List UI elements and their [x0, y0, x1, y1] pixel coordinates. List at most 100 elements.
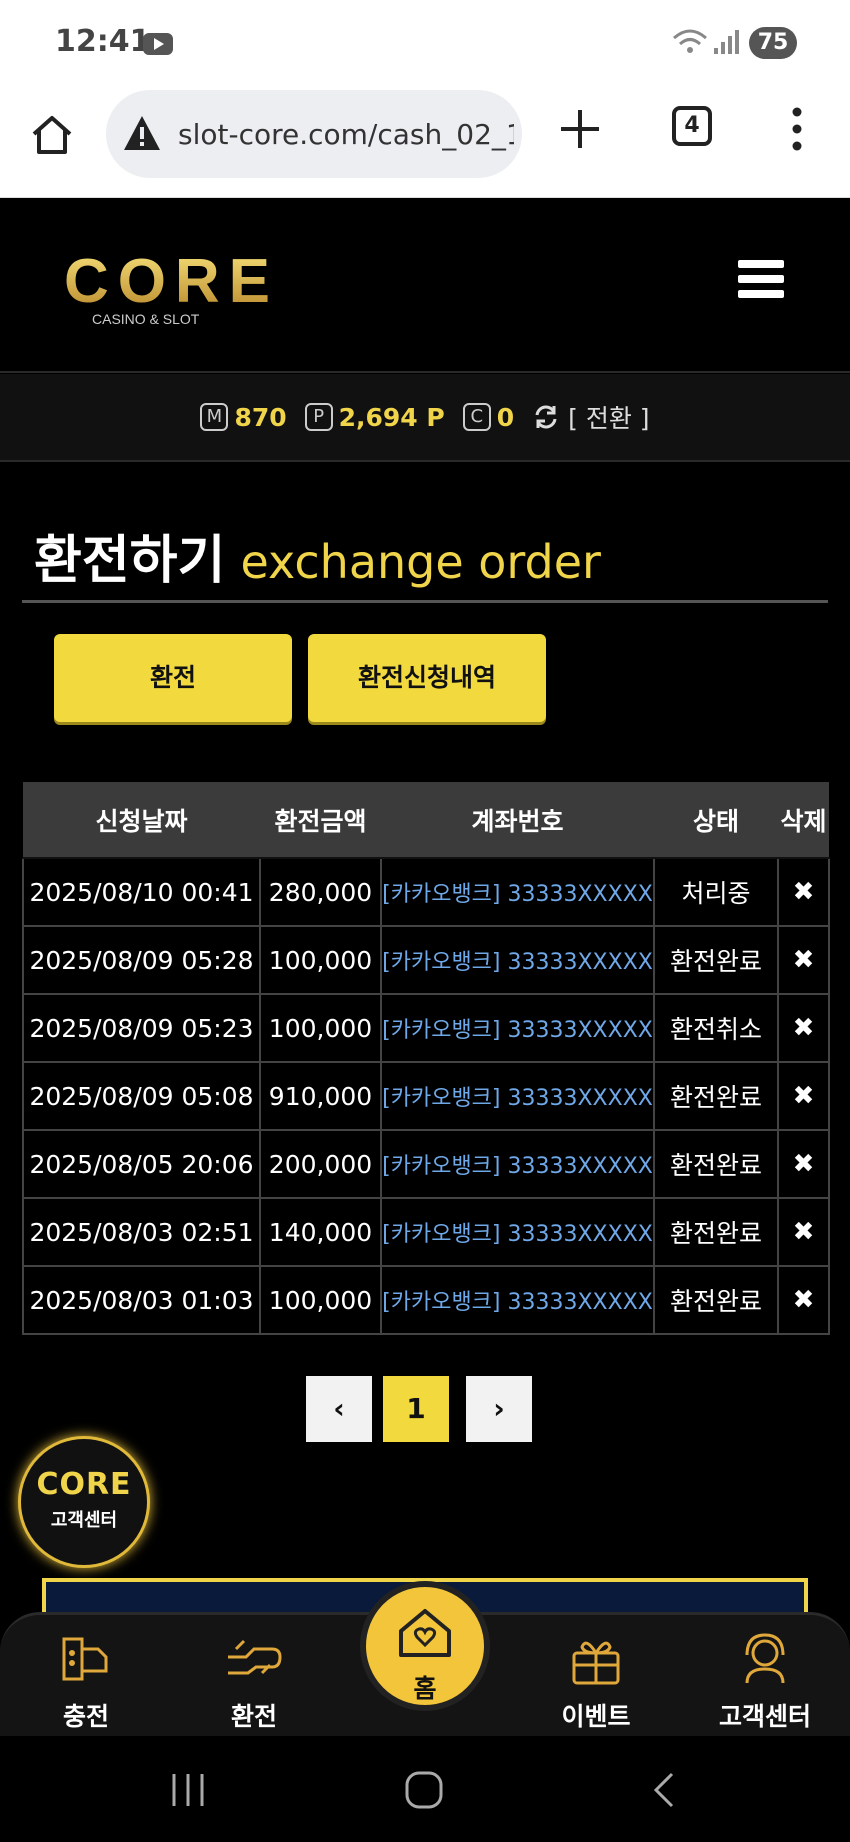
svg-text:CASINO & SLOT: CASINO & SLOT [92, 311, 200, 327]
home-icon[interactable] [30, 112, 74, 156]
title-divider [22, 600, 828, 603]
casino-balance: C 0 [462, 402, 515, 432]
delete-icon[interactable]: ✖ [777, 857, 830, 927]
convert-button[interactable]: [ 전환 ] [532, 399, 650, 435]
convert-label[interactable]: [ 전환 ] [568, 399, 649, 435]
exchange-button[interactable]: 환전 [54, 634, 292, 722]
table-row: 2025/08/09 05:08 910,000 [카카오뱅크] 33333XX… [22, 1061, 830, 1131]
page-title-korean: 환전하기 [34, 531, 226, 591]
row-amount: 100,000 [259, 993, 382, 1063]
table-row: 2025/08/10 00:41 280,000 [카카오뱅크] 33333XX… [22, 857, 830, 927]
customer-center-float-button[interactable]: CORE 고객센터 [18, 1436, 150, 1568]
home-heart-icon [399, 1609, 451, 1657]
row-account: [카카오뱅크] 33333XXXXX [380, 1265, 655, 1335]
nav-exchange-label: 환전 [230, 1702, 277, 1731]
row-date: 2025/08/03 02:51 [22, 1197, 261, 1267]
new-tab-icon[interactable] [557, 106, 603, 152]
row-amount: 200,000 [259, 1129, 382, 1199]
table-row: 2025/08/05 20:06 200,000 [카카오뱅크] 33333XX… [22, 1129, 830, 1199]
address-bar[interactable]: slot-core.com/cash_02_1. [106, 90, 522, 178]
signal-icon [714, 30, 739, 54]
row-date: 2025/08/09 05:08 [22, 1061, 261, 1131]
delete-icon[interactable]: ✖ [777, 1197, 830, 1267]
core-logo[interactable]: CORE CASINO & SLOT [64, 248, 274, 328]
row-amount: 280,000 [259, 857, 382, 927]
point-balance: P 2,694 P [304, 402, 445, 432]
money-icon: M [200, 403, 229, 431]
page-title: 환전하기 exchange order [34, 518, 601, 593]
row-account: [카카오뱅크] 33333XXXXX [380, 1061, 655, 1131]
header-delete: 삭제 [778, 782, 829, 859]
table-row: 2025/08/03 02:51 140,000 [카카오뱅크] 33333XX… [22, 1197, 830, 1267]
row-status: 환전취소 [653, 993, 779, 1063]
point-value: 2,694 P [338, 402, 445, 432]
row-amount: 100,000 [259, 925, 382, 995]
system-home-icon[interactable] [404, 1770, 444, 1810]
url-text[interactable]: slot-core.com/cash_02_1. [178, 118, 514, 151]
header-status: 상태 [654, 782, 778, 859]
header-date: 신청날짜 [23, 782, 260, 859]
row-date: 2025/08/09 05:28 [22, 925, 261, 995]
hamburger-menu-icon[interactable] [738, 260, 784, 300]
status-bar: 12:41 75 [0, 0, 850, 86]
wifi-icon [673, 29, 707, 53]
nav-exchange[interactable]: 환전 [184, 1627, 324, 1733]
exchange-history-button[interactable]: 환전신청내역 [308, 634, 546, 722]
gift-icon [572, 1641, 620, 1685]
charge-icon [62, 1637, 108, 1681]
row-account: [카카오뱅크] 33333XXXXX [380, 857, 655, 927]
browser-toolbar: slot-core.com/cash_02_1. 4 [0, 86, 850, 198]
table-row: 2025/08/09 05:28 100,000 [카카오뱅크] 33333XX… [22, 925, 830, 995]
row-status: 환전완료 [653, 925, 779, 995]
casino-icon: C [462, 403, 491, 431]
nav-home[interactable]: 홈 [360, 1581, 490, 1711]
row-account: [카카오뱅크] 33333XXXXX [380, 993, 655, 1063]
bottom-navigation: 충전 환전 홈 이벤트 고객센터 [0, 1581, 850, 1736]
row-status: 환전완료 [653, 1061, 779, 1131]
row-status: 환전완료 [653, 1129, 779, 1199]
warning-icon[interactable] [122, 114, 162, 152]
point-icon: P [304, 403, 333, 431]
header-account: 계좌번호 [381, 782, 654, 859]
pagination-next-button[interactable]: › [466, 1376, 532, 1442]
row-status: 환전완료 [653, 1197, 779, 1267]
delete-icon[interactable]: ✖ [777, 993, 830, 1063]
customer-center-label: 고객센터 [50, 1510, 118, 1531]
row-date: 2025/08/10 00:41 [22, 857, 261, 927]
delete-icon[interactable]: ✖ [777, 925, 830, 995]
delete-icon[interactable]: ✖ [777, 1265, 830, 1335]
youtube-notification-icon [143, 33, 173, 55]
row-status: 환전완료 [653, 1265, 779, 1335]
row-date: 2025/08/05 20:06 [22, 1129, 261, 1199]
exchange-icon [228, 1639, 282, 1675]
delete-icon[interactable]: ✖ [777, 1129, 830, 1199]
refresh-icon[interactable] [532, 403, 560, 431]
table-header-row: 신청날짜 환전금액 계좌번호 상태 삭제 [23, 782, 829, 859]
row-amount: 140,000 [259, 1197, 382, 1267]
more-options-icon[interactable] [782, 104, 812, 154]
pagination-prev-button[interactable]: ‹ [306, 1376, 372, 1442]
nav-charge[interactable]: 충전 [16, 1627, 156, 1733]
customer-center-logo: CORE [36, 1467, 132, 1502]
status-time: 12:41 [55, 24, 151, 59]
headset-icon [745, 1633, 785, 1684]
exchange-history-table: 신청날짜 환전금액 계좌번호 상태 삭제 2025/08/10 00:41 28… [22, 782, 830, 1335]
nav-support[interactable]: 고객센터 [695, 1627, 835, 1733]
row-account: [카카오뱅크] 33333XXXXX [380, 1197, 655, 1267]
tab-switcher-button[interactable]: 4 [672, 106, 712, 146]
back-icon[interactable] [646, 1770, 686, 1810]
money-balance: M 870 [200, 402, 287, 432]
recent-apps-icon[interactable] [168, 1770, 208, 1810]
nav-event-label: 이벤트 [561, 1702, 631, 1731]
row-date: 2025/08/03 01:03 [22, 1265, 261, 1335]
delete-icon[interactable]: ✖ [777, 1061, 830, 1131]
battery-indicator: 75 [749, 27, 797, 59]
nav-support-label: 고객센터 [718, 1702, 811, 1731]
nav-event[interactable]: 이벤트 [526, 1627, 666, 1733]
money-value: 870 [234, 402, 287, 432]
row-date: 2025/08/09 05:23 [22, 993, 261, 1063]
pagination-page-current[interactable]: 1 [383, 1376, 449, 1442]
nav-charge-label: 충전 [62, 1702, 109, 1731]
casino-value: 0 [496, 402, 515, 432]
row-amount: 100,000 [259, 1265, 382, 1335]
